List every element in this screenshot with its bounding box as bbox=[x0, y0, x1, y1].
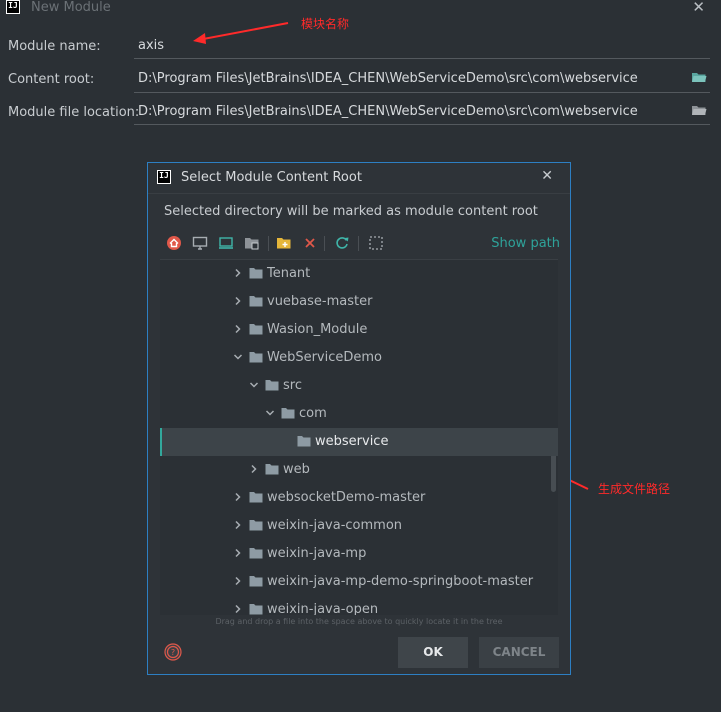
tree-row[interactable]: vuebase-master bbox=[160, 288, 558, 316]
chevron-right-icon[interactable] bbox=[233, 324, 243, 334]
tree-row[interactable]: weixin-java-mp bbox=[160, 540, 558, 568]
show-hidden-files-icon[interactable] bbox=[368, 235, 384, 251]
desktop-icon[interactable] bbox=[192, 235, 208, 251]
folder-icon bbox=[249, 576, 263, 587]
folder-icon bbox=[265, 464, 279, 475]
folder-icon bbox=[249, 548, 263, 559]
svg-text:?: ? bbox=[171, 648, 175, 657]
tree-row[interactable]: weixin-java-open bbox=[160, 596, 558, 615]
content-root-underline bbox=[134, 92, 710, 93]
dialog-app-icon: IJ bbox=[157, 170, 171, 184]
chevron-right-icon[interactable] bbox=[233, 548, 243, 558]
module-name-input[interactable]: axis bbox=[138, 38, 164, 53]
tree-item-label: web bbox=[283, 462, 310, 477]
tree-item-label: com bbox=[299, 406, 327, 421]
folder-icon bbox=[249, 324, 263, 335]
directory-tree[interactable]: Tenant vuebase-master Wasion_Module WebServ… bbox=[160, 259, 558, 615]
chevron-right-icon[interactable] bbox=[249, 464, 259, 474]
tree-item-label: Tenant bbox=[267, 266, 311, 281]
dialog-description: Selected directory will be marked as mod… bbox=[164, 204, 538, 219]
drag-drop-hint: Drag and drop a file into the space abov… bbox=[215, 617, 503, 626]
module-file-location-input[interactable]: D:\Program Files\JetBrains\IDEA_CHEN\Web… bbox=[138, 104, 638, 119]
tree-item-label: weixin-java-mp bbox=[267, 546, 367, 561]
tree-row[interactable]: Wasion_Module bbox=[160, 316, 558, 344]
refresh-icon[interactable] bbox=[334, 235, 350, 251]
tree-row[interactable]: com bbox=[160, 400, 558, 428]
folder-icon bbox=[249, 296, 263, 307]
folder-icon bbox=[249, 604, 263, 615]
tree-row[interactable]: webservice bbox=[160, 428, 558, 456]
window-close-button[interactable]: ✕ bbox=[692, 0, 705, 16]
module-name-label: Module name: bbox=[8, 39, 101, 54]
tree-row[interactable]: weixin-java-common bbox=[160, 512, 558, 540]
tree-row[interactable]: websocketDemo-master bbox=[160, 484, 558, 512]
folder-icon bbox=[249, 492, 263, 503]
tree-row[interactable]: src bbox=[160, 372, 558, 400]
chevron-right-icon[interactable] bbox=[233, 492, 243, 502]
toolbar-separator bbox=[324, 236, 325, 251]
home-icon[interactable] bbox=[166, 235, 182, 251]
module-file-location-label: Module file location: bbox=[8, 105, 140, 120]
module-name-annotation: 模块名称 bbox=[301, 17, 350, 31]
folder-icon bbox=[297, 436, 311, 447]
tree-row[interactable]: weixin-java-mp-demo-springboot-master bbox=[160, 568, 558, 596]
chevron-right-icon[interactable] bbox=[233, 576, 243, 586]
chevron-down-icon[interactable] bbox=[249, 380, 259, 390]
intellij-app-icon: IJ bbox=[6, 0, 20, 14]
toolbar-separator bbox=[358, 236, 359, 251]
module-file-location-browse-icon[interactable] bbox=[691, 104, 707, 116]
folder-icon bbox=[281, 408, 295, 419]
toolbar-separator bbox=[268, 236, 269, 251]
tree-row[interactable]: web bbox=[160, 456, 558, 484]
tree-item-label: weixin-java-open bbox=[267, 602, 379, 615]
new-folder-icon[interactable] bbox=[276, 235, 292, 251]
tree-item-label: vuebase-master bbox=[267, 294, 373, 309]
folder-icon bbox=[265, 380, 279, 391]
module-name-underline bbox=[134, 58, 710, 59]
chevron-right-icon[interactable] bbox=[233, 520, 243, 530]
tree-item-label: Wasion_Module bbox=[267, 322, 368, 337]
cancel-button[interactable]: CANCEL bbox=[479, 637, 559, 668]
folder-icon bbox=[249, 268, 263, 279]
folder-icon bbox=[249, 520, 263, 531]
content-root-label: Content root: bbox=[8, 72, 95, 87]
module-icon[interactable] bbox=[244, 235, 260, 251]
tree-item-label: WebServiceDemo bbox=[267, 350, 383, 365]
tree-item-label: weixin-java-common bbox=[267, 518, 403, 533]
content-root-input[interactable]: D:\Program Files\JetBrains\IDEA_CHEN\Web… bbox=[138, 71, 638, 86]
module-name-annotation-arrow bbox=[193, 22, 289, 44]
chevron-right-icon[interactable] bbox=[233, 296, 243, 306]
tree-item-label: weixin-java-mp-demo-springboot-master bbox=[267, 574, 534, 589]
show-path-link[interactable]: Show path bbox=[491, 236, 560, 251]
dialog-close-button[interactable]: ✕ bbox=[541, 168, 553, 184]
chevron-down-icon[interactable] bbox=[233, 352, 243, 362]
ok-button[interactable]: OK bbox=[398, 637, 468, 668]
content-root-browse-icon[interactable] bbox=[691, 71, 707, 83]
tree-item-label: webservice bbox=[315, 434, 389, 449]
help-icon[interactable]: ? bbox=[164, 643, 182, 661]
chevron-right-icon[interactable] bbox=[233, 268, 243, 278]
tree-item-label: websocketDemo-master bbox=[267, 490, 426, 505]
delete-icon[interactable] bbox=[302, 235, 318, 251]
select-content-root-dialog: IJ Select Module Content Root ✕ Selected… bbox=[147, 162, 571, 675]
tree-row[interactable]: WebServiceDemo bbox=[160, 344, 558, 372]
chevron-down-icon[interactable] bbox=[265, 408, 275, 418]
path-annotation: 生成文件路径 bbox=[598, 482, 671, 496]
project-icon[interactable] bbox=[218, 235, 234, 251]
file-chooser-toolbar: Show path bbox=[160, 235, 560, 255]
window-title: New Module bbox=[31, 0, 111, 15]
module-file-location-underline bbox=[134, 124, 710, 125]
chevron-right-icon[interactable] bbox=[233, 604, 243, 614]
dialog-header: Selected directory will be marked as mod… bbox=[148, 193, 570, 240]
dialog-title: Select Module Content Root bbox=[181, 170, 362, 185]
tree-row[interactable]: Tenant bbox=[160, 260, 558, 288]
tree-item-label: src bbox=[283, 378, 302, 393]
window-titlebar: IJ New Module ✕ bbox=[0, 0, 721, 18]
folder-icon bbox=[249, 352, 263, 363]
